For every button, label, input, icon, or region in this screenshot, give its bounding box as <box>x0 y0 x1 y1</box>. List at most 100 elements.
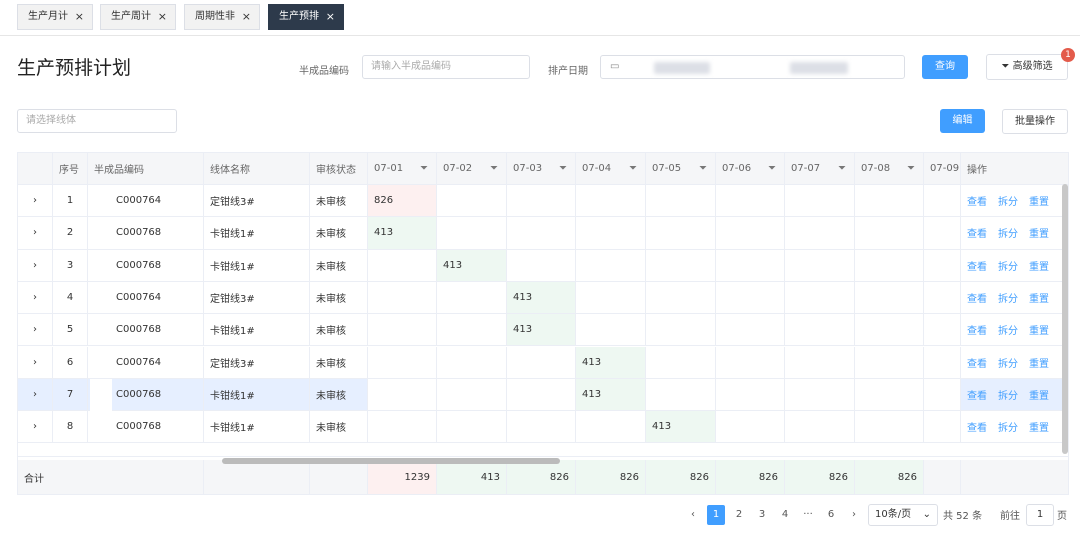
qty-cell[interactable] <box>437 281 507 315</box>
view-link[interactable]: 查看 <box>967 290 987 305</box>
query-button[interactable]: 查询 <box>922 55 968 79</box>
date-header-4[interactable]: 07-04 ⏷ <box>576 153 646 185</box>
view-link[interactable]: 查看 <box>967 419 987 434</box>
page-3[interactable]: 3 <box>753 505 771 525</box>
expand-toggle[interactable]: › <box>18 217 53 250</box>
page-ellipsis[interactable]: ··· <box>799 505 817 525</box>
view-link[interactable]: 查看 <box>967 258 987 273</box>
date-header-6[interactable]: 07-06 ⏷ <box>716 153 785 185</box>
qty-cell[interactable] <box>368 378 437 412</box>
view-link[interactable]: 查看 <box>967 387 987 402</box>
qty-cell[interactable] <box>646 185 716 218</box>
qty-cell[interactable] <box>507 249 576 282</box>
qty-cell[interactable]: 413 <box>576 378 646 412</box>
qty-cell[interactable] <box>646 249 716 282</box>
qty-cell[interactable] <box>646 346 716 379</box>
filter-icon[interactable]: ⏷ <box>420 163 428 174</box>
qty-cell[interactable] <box>437 346 507 379</box>
filter-icon[interactable]: ⏷ <box>699 163 707 174</box>
qty-cell[interactable] <box>716 217 785 250</box>
qty-cell[interactable] <box>437 411 507 444</box>
qty-cell[interactable] <box>716 249 785 282</box>
reset-link[interactable]: 重置 <box>1029 387 1049 402</box>
advanced-filter-button[interactable]: ⏷ 高级筛选 <box>986 54 1068 80</box>
expand-toggle[interactable]: › <box>18 346 53 379</box>
reset-link[interactable]: 重置 <box>1029 258 1049 273</box>
expand-toggle[interactable]: › <box>18 411 53 444</box>
filter-icon[interactable]: ⏷ <box>907 163 915 174</box>
goto-page-input[interactable]: 1 <box>1026 504 1054 526</box>
batch-operation-button[interactable]: 批量操作 <box>1002 109 1068 134</box>
qty-cell[interactable] <box>785 217 855 250</box>
qty-cell[interactable] <box>716 346 785 379</box>
qty-cell[interactable] <box>855 314 924 347</box>
qty-cell[interactable] <box>924 281 961 315</box>
qty-cell[interactable] <box>507 185 576 218</box>
qty-cell[interactable]: 413 <box>437 249 507 282</box>
date-header-7[interactable]: 07-07 ⏷ <box>785 153 855 185</box>
qty-cell[interactable] <box>716 378 785 412</box>
qty-cell[interactable] <box>785 346 855 379</box>
qty-cell[interactable]: 413 <box>368 217 437 250</box>
qty-cell[interactable] <box>924 346 961 379</box>
next-page-button[interactable]: › <box>845 505 863 525</box>
qty-cell[interactable] <box>646 217 716 250</box>
qty-cell[interactable] <box>924 249 961 282</box>
code-input[interactable]: 请输入半成品编码 <box>362 55 530 79</box>
qty-cell[interactable] <box>855 185 924 218</box>
expand-toggle[interactable]: › <box>18 185 53 218</box>
qty-cell[interactable]: 826 <box>368 185 437 218</box>
reset-link[interactable]: 重置 <box>1029 193 1049 208</box>
qty-cell[interactable] <box>855 281 924 315</box>
horizontal-scrollbar[interactable] <box>222 458 560 464</box>
qty-cell[interactable] <box>785 314 855 347</box>
expand-toggle[interactable]: › <box>18 314 53 347</box>
qty-cell[interactable] <box>785 378 855 412</box>
qty-cell[interactable] <box>785 411 855 444</box>
date-range-picker[interactable]: ▭ <box>600 55 905 79</box>
split-link[interactable]: 拆分 <box>998 193 1018 208</box>
qty-cell[interactable] <box>368 346 437 379</box>
split-link[interactable]: 拆分 <box>998 355 1018 370</box>
vertical-scrollbar[interactable] <box>1062 184 1068 454</box>
tab-weekly[interactable]: 生产周计 × <box>100 4 176 30</box>
date-header-2[interactable]: 07-02 ⏷ <box>437 153 507 185</box>
reset-link[interactable]: 重置 <box>1029 290 1049 305</box>
filter-icon[interactable]: ⏷ <box>768 163 776 174</box>
qty-cell[interactable] <box>785 185 855 218</box>
qty-cell[interactable] <box>576 249 646 282</box>
line-select[interactable]: 请选择线体 <box>17 109 177 133</box>
qty-cell[interactable] <box>646 281 716 315</box>
qty-cell[interactable] <box>368 411 437 444</box>
filter-icon[interactable]: ⏷ <box>559 163 567 174</box>
split-link[interactable]: 拆分 <box>998 387 1018 402</box>
close-icon[interactable]: × <box>242 5 251 29</box>
expand-toggle[interactable]: › <box>18 378 53 412</box>
split-link[interactable]: 拆分 <box>998 225 1018 240</box>
qty-cell[interactable] <box>785 249 855 282</box>
qty-cell[interactable]: 413 <box>646 411 716 444</box>
tab-preschedule[interactable]: 生产预排 × <box>268 4 344 30</box>
page-2[interactable]: 2 <box>730 505 748 525</box>
reset-link[interactable]: 重置 <box>1029 322 1049 337</box>
qty-cell[interactable] <box>716 281 785 315</box>
qty-cell[interactable] <box>437 185 507 218</box>
qty-cell[interactable] <box>646 314 716 347</box>
qty-cell[interactable]: 413 <box>507 281 576 315</box>
close-icon[interactable]: × <box>75 5 84 29</box>
page-1[interactable]: 1 <box>707 505 725 525</box>
qty-cell[interactable]: 413 <box>576 346 646 379</box>
split-link[interactable]: 拆分 <box>998 258 1018 273</box>
view-link[interactable]: 查看 <box>967 193 987 208</box>
qty-cell[interactable] <box>716 185 785 218</box>
view-link[interactable]: 查看 <box>967 225 987 240</box>
qty-cell[interactable] <box>924 411 961 444</box>
qty-cell[interactable] <box>368 314 437 347</box>
qty-cell[interactable] <box>437 314 507 347</box>
qty-cell[interactable] <box>368 249 437 282</box>
qty-cell[interactable] <box>785 281 855 315</box>
tab-monthly[interactable]: 生产月计 × <box>17 4 93 30</box>
qty-cell[interactable] <box>507 378 576 412</box>
qty-cell[interactable] <box>437 217 507 250</box>
qty-cell[interactable] <box>507 346 576 379</box>
